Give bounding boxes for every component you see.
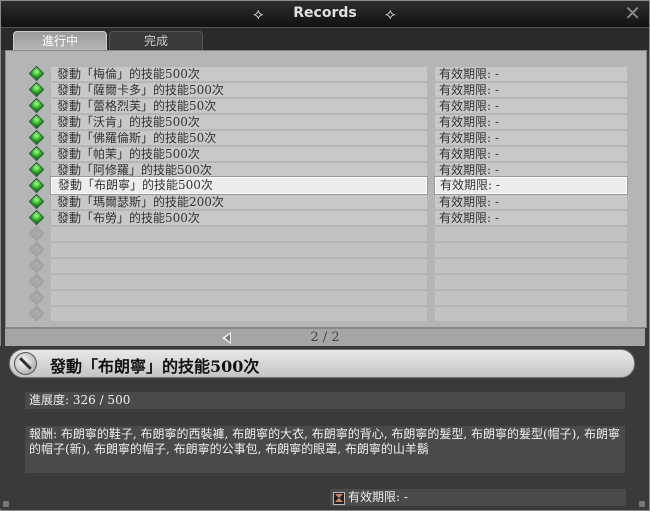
record-name — [51, 307, 427, 321]
record-name — [51, 259, 427, 273]
record-name — [51, 227, 427, 241]
page-indicator: 2 / 2 — [310, 330, 340, 345]
record-expiry: 有效期限: - — [435, 67, 627, 81]
record-expiry: 有效期限: - — [435, 115, 627, 129]
record-row[interactable]: 發動「瑪爾瑟斯」的技能200次 有效期限: - — [6, 193, 646, 210]
empty-record-row — [6, 273, 646, 290]
hourglass-icon — [333, 492, 345, 505]
record-name: 發動「蕾格烈芙」的技能50次 — [51, 99, 427, 113]
tab-completed[interactable]: 完成 — [109, 31, 203, 51]
records-list: 發動「梅倫」的技能500次 有效期限: - 發動「薩爾卡多」的技能500次 有效期限:… — [5, 50, 647, 328]
close-button[interactable]: ✕ — [624, 3, 641, 23]
record-expiry: 有效期限: - — [435, 163, 627, 177]
tab-in-progress[interactable]: 進行中 — [13, 31, 107, 51]
pager: 2 / 2 — [5, 328, 645, 347]
empty-record-row — [6, 289, 646, 306]
detail-expiry-text: 有效期限: - — [348, 490, 408, 504]
record-name: 發動「阿修羅」的技能500次 — [51, 163, 427, 177]
record-name: 發動「梅倫」的技能500次 — [51, 67, 427, 81]
empty-record-row — [6, 305, 646, 322]
empty-diamond-icon — [28, 241, 45, 258]
record-expiry: 有效期限: - — [435, 99, 627, 113]
detail-header: 發動「布朗寧」的技能500次 — [9, 349, 635, 378]
record-expiry: 有效期限: - — [435, 147, 627, 161]
record-row[interactable]: 發動「布朗寧」的技能500次 有效期限: - — [6, 177, 646, 194]
empty-record-row — [6, 225, 646, 242]
record-expiry — [435, 243, 627, 257]
record-row[interactable]: 發動「布勞」的技能500次 有效期限: - — [6, 209, 646, 226]
green-diamond-icon — [28, 65, 45, 82]
record-expiry: 有效期限: - — [435, 177, 627, 194]
record-name: 發動「布朗寧」的技能500次 — [51, 177, 427, 194]
detail-title: 發動「布朗寧」的技能500次 — [50, 357, 260, 376]
empty-diamond-icon — [28, 225, 45, 242]
empty-record-row — [6, 241, 646, 258]
record-row[interactable]: 發動「阿修羅」的技能500次 有效期限: - — [6, 161, 646, 178]
record-expiry: 有效期限: - — [435, 131, 627, 145]
record-name: 發動「沃肯」的技能500次 — [51, 115, 427, 129]
right-ornament-icon: ⟡ — [385, 4, 396, 23]
resize-handle-right[interactable] — [639, 501, 645, 507]
progress-text: 進展度: 326 / 500 — [25, 392, 625, 409]
record-row[interactable]: 發動「佛羅倫斯」的技能50次 有效期限: - — [6, 129, 646, 146]
reward-text: 報酬: 布朗寧的鞋子, 布朗寧的西裝褲, 布朗寧的大衣, 布朗寧的背心, 布朗寧… — [25, 426, 625, 473]
empty-diamond-icon — [28, 257, 45, 274]
record-name: 發動「佛羅倫斯」的技能50次 — [51, 131, 427, 145]
title-bar[interactable]: ⟡ Records ⟡ ✕ — [1, 1, 649, 28]
detail-expiry: 有效期限: - — [330, 489, 626, 506]
record-expiry — [435, 259, 627, 273]
record-expiry — [435, 291, 627, 305]
empty-diamond-icon — [28, 273, 45, 290]
record-expiry: 有效期限: - — [435, 195, 627, 209]
detail-panel: 發動「布朗寧」的技能500次 進展度: 326 / 500 報酬: 布朗寧的鞋子… — [0, 346, 648, 509]
feather-quill-icon — [14, 352, 37, 375]
green-diamond-icon — [28, 193, 45, 210]
record-expiry — [435, 227, 627, 241]
empty-record-row — [6, 257, 646, 274]
record-expiry — [435, 275, 627, 289]
window-title: Records — [293, 5, 357, 21]
record-row[interactable]: 發動「蕾格烈芙」的技能50次 有效期限: - — [6, 97, 646, 114]
record-row[interactable]: 發動「帕茉」的技能500次 有效期限: - — [6, 145, 646, 162]
empty-diamond-icon — [28, 289, 45, 306]
green-diamond-icon — [28, 145, 45, 162]
record-name — [51, 243, 427, 257]
green-diamond-icon — [28, 97, 45, 114]
record-name: 發動「布勞」的技能500次 — [51, 211, 427, 225]
record-expiry: 有效期限: - — [435, 83, 627, 97]
record-row[interactable]: 發動「梅倫」的技能500次 有效期限: - — [6, 65, 646, 82]
resize-handle-left[interactable] — [3, 501, 9, 507]
green-diamond-icon — [28, 161, 45, 178]
record-row[interactable]: 發動「薩爾卡多」的技能500次 有效期限: - — [6, 81, 646, 98]
record-name — [51, 275, 427, 289]
record-name — [51, 291, 427, 305]
green-diamond-icon — [28, 113, 45, 130]
empty-diamond-icon — [28, 305, 45, 322]
record-expiry — [435, 307, 627, 321]
record-row[interactable]: 發動「沃肯」的技能500次 有效期限: - — [6, 113, 646, 130]
tab-bar: 進行中 完成 — [1, 28, 649, 51]
green-diamond-icon — [28, 209, 45, 226]
record-name: 發動「帕茉」的技能500次 — [51, 147, 427, 161]
record-name: 發動「瑪爾瑟斯」的技能200次 — [51, 195, 427, 209]
record-name: 發動「薩爾卡多」的技能500次 — [51, 83, 427, 97]
record-expiry: 有效期限: - — [435, 211, 627, 225]
green-diamond-icon — [28, 81, 45, 98]
green-diamond-icon — [28, 177, 45, 194]
prev-arrow-icon — [225, 334, 230, 342]
green-diamond-icon — [28, 129, 45, 146]
